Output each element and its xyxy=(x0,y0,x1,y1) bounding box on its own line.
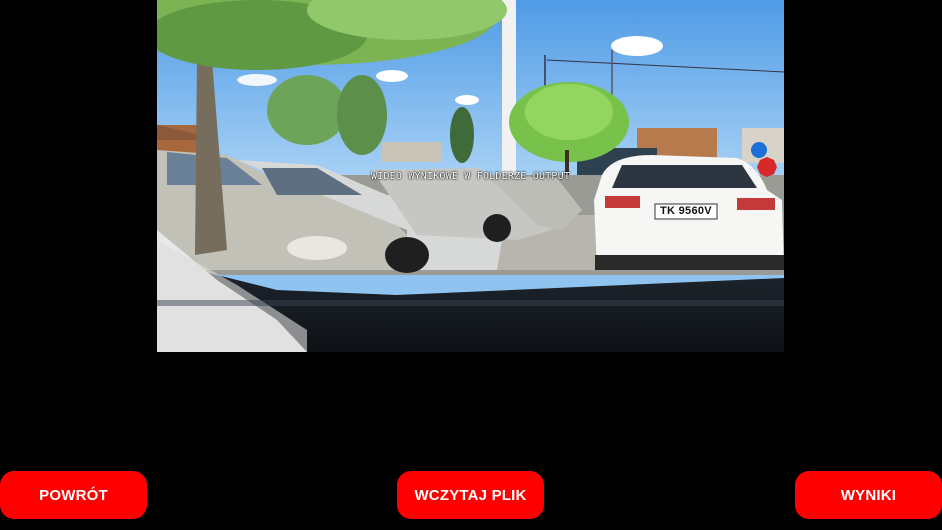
back-button[interactable]: POWRÓT xyxy=(0,471,147,519)
load-file-button[interactable]: WCZYTAJ PLIK xyxy=(397,471,544,519)
app-screen: TK 9560V WIDEO WYNIKOWE W FOLDERZE OUTPU… xyxy=(0,0,942,530)
license-plate-text: TK 9560V xyxy=(660,205,712,217)
results-button[interactable]: WYNIKI xyxy=(795,471,942,519)
video-overlay-caption: WIDEO WYNIKOWE W FOLDERZE OUTPUT xyxy=(371,171,571,182)
video-preview: TK 9560V WIDEO WYNIKOWE W FOLDERZE OUTPU… xyxy=(157,0,784,352)
